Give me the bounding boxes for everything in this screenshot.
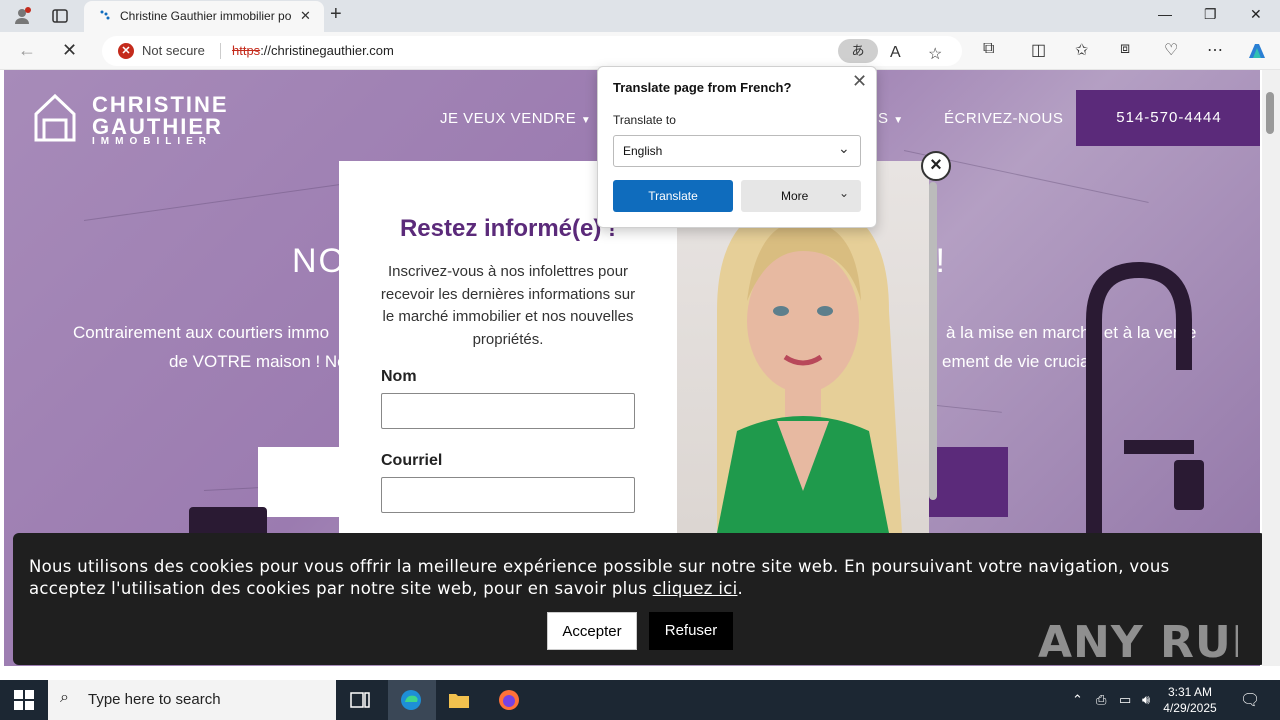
- translate-title: Translate page from French?: [613, 80, 792, 95]
- cookie-banner: Nous utilisons des cookies pour vous off…: [13, 533, 1266, 667]
- chevron-down-icon: ▼: [893, 115, 904, 126]
- collections-icon[interactable]: ⧈: [1120, 40, 1130, 58]
- nav-label: S: [878, 110, 889, 127]
- nav-item-partial[interactable]: S ▼: [878, 110, 904, 127]
- url-text[interactable]: https://christinegauthier.com: [232, 43, 394, 58]
- new-tab-icon[interactable]: +: [330, 3, 342, 26]
- translate-popup: Translate page from French? ✕ Translate …: [597, 66, 877, 228]
- file-explorer-icon[interactable]: [447, 688, 471, 712]
- faucet-image: [1086, 261, 1204, 560]
- nav-je-veux-vendre[interactable]: JE VEUX VENDRE ▼: [440, 110, 591, 127]
- volume-icon[interactable]: 🔊︎: [1142, 692, 1150, 708]
- copilot-icon[interactable]: [1245, 40, 1269, 64]
- split-screen-icon[interactable]: ◫: [1031, 40, 1046, 60]
- profile-icon[interactable]: [12, 6, 32, 26]
- edge-taskbar-button[interactable]: [388, 680, 436, 720]
- hero-text-line2-left: de VOTRE maison ! Nou: [169, 352, 357, 371]
- hero-button-right[interactable]: [928, 447, 1008, 517]
- notifications-icon[interactable]: 🗨︎: [1240, 690, 1260, 710]
- hero-text-line1-left: Contrairement aux courtiers immo: [73, 323, 330, 342]
- address-toolbar: ← ✕ ✕ Not secure https://christinegauthi…: [0, 32, 1280, 70]
- minimize-icon[interactable]: —: [1158, 6, 1172, 22]
- clock[interactable]: 3:31 AM 4/29/2025: [1160, 684, 1220, 716]
- read-aloud-icon[interactable]: A: [890, 44, 901, 62]
- page-scrollbar[interactable]: [1262, 70, 1280, 666]
- phone-button[interactable]: 514-570-4444: [1076, 90, 1260, 146]
- clock-time: 3:31 AM: [1167, 685, 1213, 699]
- tray-chevron-up-icon[interactable]: ⌃: [1072, 692, 1083, 708]
- more-button[interactable]: More ⌄: [741, 180, 861, 212]
- translate-icon[interactable]: あ: [838, 39, 878, 63]
- chevron-down-icon: ⌄: [839, 186, 850, 200]
- logo-subtitle: IMMOBILIER: [92, 136, 212, 147]
- language-select[interactable]: English ⌄: [613, 135, 861, 167]
- task-view-icon[interactable]: [348, 688, 372, 712]
- refuse-button[interactable]: Refuser: [649, 612, 733, 650]
- cookie-learn-more-link[interactable]: cliquez ici: [653, 579, 738, 598]
- name-field[interactable]: [381, 393, 635, 429]
- hero-button-left[interactable]: [258, 447, 348, 517]
- logo-name[interactable]: CHRISTINE GAUTHIER: [92, 94, 229, 138]
- settings-more-icon[interactable]: ⋯: [1207, 40, 1223, 60]
- tab-title: Christine Gauthier immobilier po: [120, 9, 292, 23]
- browser-essentials-icon[interactable]: ♡: [1164, 40, 1178, 60]
- translate-to-label: Translate to: [613, 113, 676, 127]
- translate-button[interactable]: Translate: [613, 180, 733, 212]
- network-device-icon[interactable]: ⎙: [1096, 692, 1106, 708]
- watermark-text: ANY RUN: [1038, 617, 1238, 667]
- address-bar[interactable]: ✕ Not secure https://christinegauthier.c…: [102, 36, 962, 66]
- modal-close-icon[interactable]: ×: [921, 151, 951, 181]
- extensions-icon[interactable]: ⧉: [983, 40, 994, 58]
- more-label: More: [781, 189, 809, 203]
- chevron-down-icon: ⌄: [838, 140, 850, 156]
- back-icon[interactable]: ←: [18, 40, 36, 61]
- logo-line1: CHRISTINE: [92, 92, 229, 117]
- restore-icon[interactable]: ❐: [1204, 6, 1217, 23]
- favorite-star-icon[interactable]: ☆: [928, 44, 942, 64]
- email-label: Courriel: [381, 452, 443, 469]
- chevron-down-icon: ▼: [580, 115, 592, 126]
- nav-ecrivez-nous[interactable]: ÉCRIVEZ-NOUS: [944, 110, 1063, 127]
- email-field[interactable]: [381, 477, 635, 513]
- tab-strip: Christine Gauthier immobilier po ✕ + — ❐…: [0, 0, 1280, 32]
- accept-button[interactable]: Accepter: [547, 612, 637, 650]
- divider: [220, 43, 221, 59]
- windows-start-icon[interactable]: [14, 690, 34, 710]
- cookie-period: .: [737, 579, 744, 598]
- translate-close-icon[interactable]: ✕: [852, 71, 867, 92]
- taskbar: ⌕ Type here to search ⌃ ⎙ ▭ 🔊︎ 3:31 AM 4…: [0, 680, 1280, 720]
- search-placeholder: Type here to search: [88, 691, 221, 708]
- loading-favicon-icon: [100, 10, 110, 20]
- language-value: English: [623, 144, 663, 158]
- cookie-message: Nous utilisons des cookies pour vous off…: [29, 557, 1170, 598]
- not-secure-icon: ✕: [118, 43, 134, 59]
- url-host: ://christinegauthier.com: [260, 43, 394, 58]
- url-scheme: https: [232, 43, 261, 58]
- anyrun-watermark-logo: ANY RUN: [1038, 617, 1238, 667]
- modal-scrollbar[interactable]: [929, 182, 937, 500]
- scrollbar-thumb[interactable]: [1266, 92, 1274, 134]
- not-secure-label[interactable]: Not secure: [142, 43, 205, 58]
- network-icon[interactable]: ▭: [1119, 692, 1131, 708]
- firefox-icon[interactable]: [497, 688, 521, 712]
- logo-house-icon[interactable]: [32, 92, 78, 144]
- tab-active[interactable]: Christine Gauthier immobilier po ✕: [84, 1, 324, 32]
- taskbar-search[interactable]: ⌕ Type here to search: [48, 680, 336, 720]
- modal-description: Inscrivez-vous à nos infolettres pour re…: [380, 263, 636, 348]
- close-window-icon[interactable]: ✕: [1250, 6, 1262, 23]
- nav-label: JE VEUX VENDRE: [440, 110, 577, 127]
- clock-date: 4/29/2025: [1163, 701, 1217, 715]
- logo-line2: GAUTHIER: [92, 114, 223, 139]
- edge-icon: [401, 690, 421, 710]
- stop-loading-icon[interactable]: ✕: [62, 40, 77, 61]
- cookie-text: Nous utilisons des cookies pour vous off…: [29, 556, 1229, 600]
- tab-actions-icon[interactable]: [50, 6, 70, 26]
- favorites-icon[interactable]: ✩: [1075, 40, 1088, 60]
- tab-close-icon[interactable]: ✕: [300, 8, 311, 24]
- search-icon: ⌕: [60, 689, 69, 706]
- name-label: Nom: [381, 368, 417, 385]
